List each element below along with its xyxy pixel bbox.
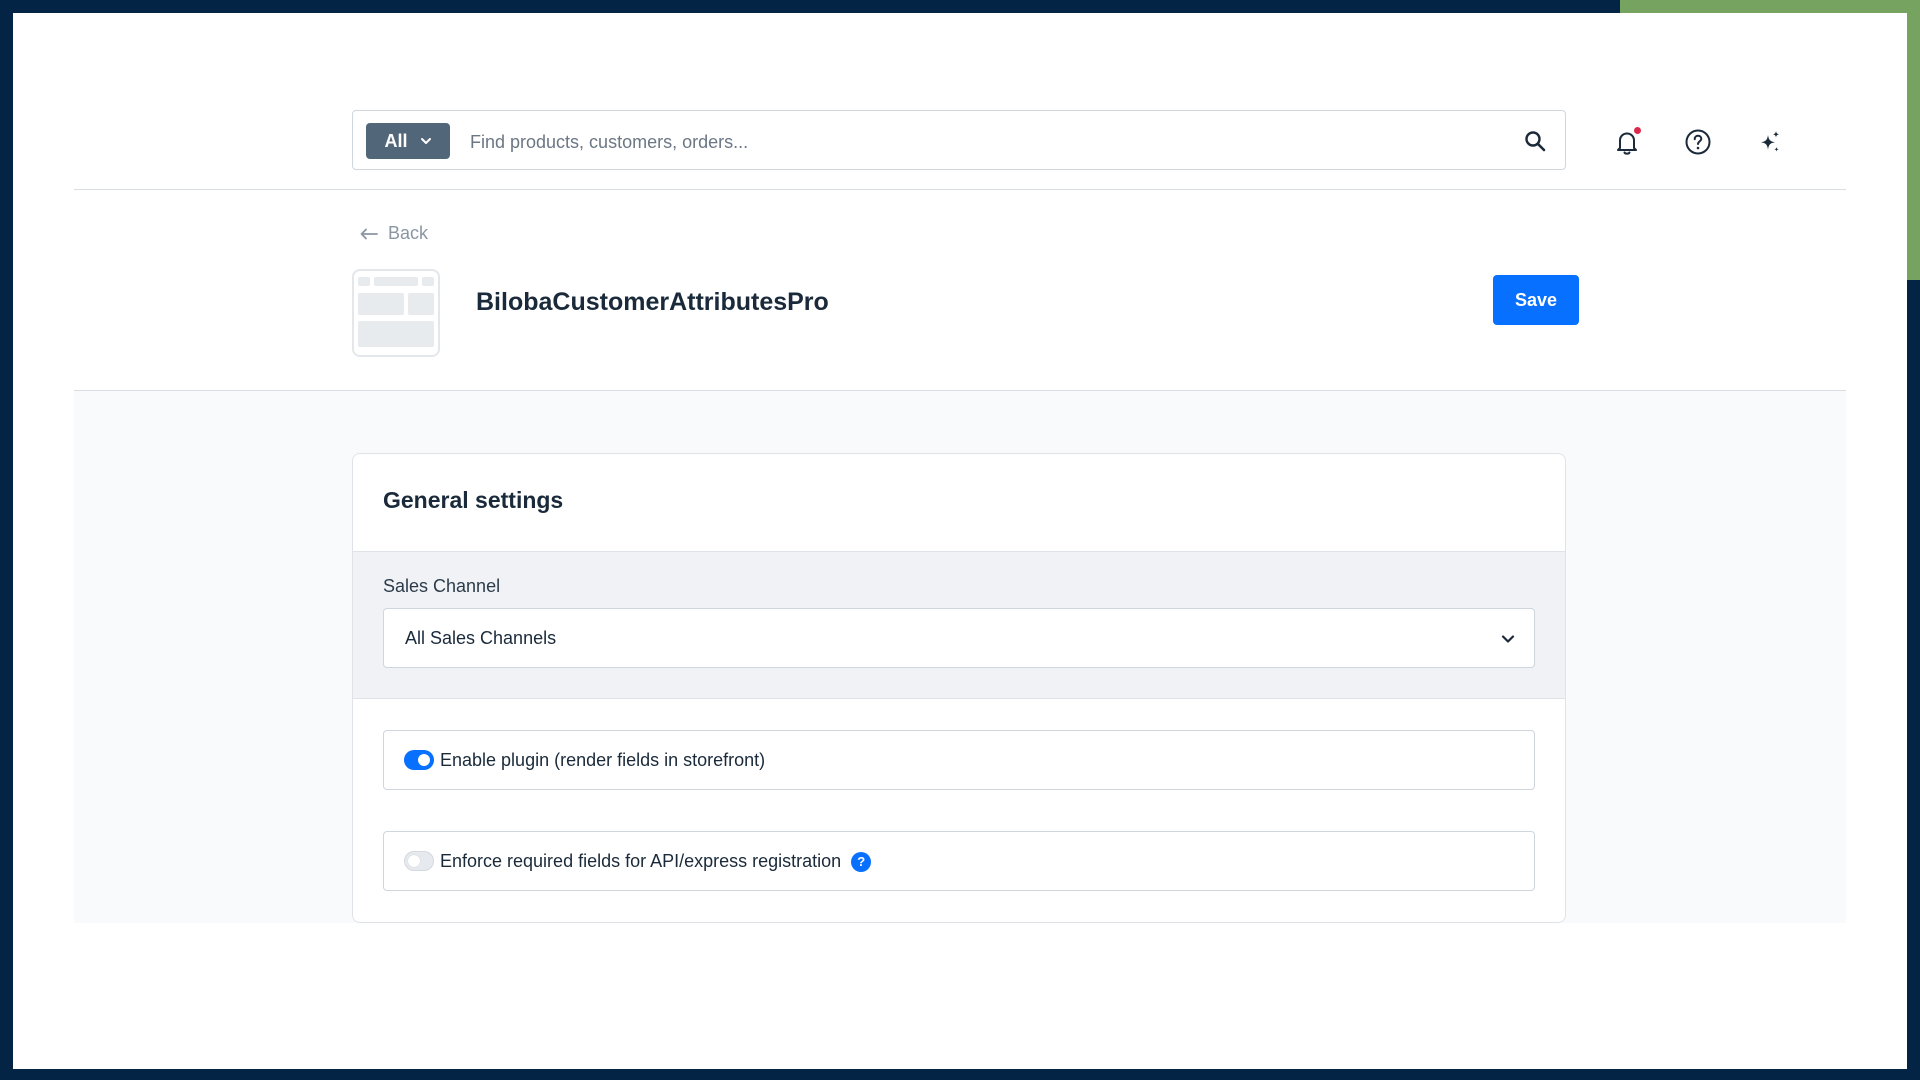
chevron-down-icon: [1501, 635, 1515, 643]
page-title: BilobaCustomerAttributesPro: [476, 288, 829, 316]
toggle-knob: [418, 754, 430, 766]
sales-channel-value: All Sales Channels: [405, 628, 557, 648]
admin-app: All Find products, customers, orders... …: [74, 13, 1846, 923]
enable-plugin-toggle[interactable]: [404, 750, 434, 770]
help-circle-icon: [1685, 129, 1711, 155]
enforce-required-fields-text: Enforce required fields for API/express …: [440, 851, 842, 871]
help-tooltip-icon[interactable]: ?: [851, 852, 872, 873]
save-button[interactable]: Save: [1493, 275, 1579, 325]
back-link-label: Back: [388, 223, 429, 243]
back-link[interactable]: Back: [360, 223, 428, 244]
enforce-required-fields-row: Enforce required fields for API/express …: [383, 831, 1535, 891]
top-bar: All: [74, 13, 1846, 190]
search-icon[interactable]: [1523, 129, 1547, 153]
toggle-knob: [408, 855, 420, 867]
enable-plugin-row: Enable plugin (render fields in storefro…: [383, 730, 1535, 790]
app-frame: All Find products, customers, orders... …: [13, 13, 1907, 1069]
enforce-required-fields-toggle[interactable]: [404, 851, 434, 871]
search-filter-dropdown[interactable]: All: [366, 123, 450, 159]
ai-assistant-button[interactable]: [1754, 127, 1784, 157]
enable-plugin-label: Enable plugin (render fields in storefro…: [440, 750, 766, 770]
search-filter-label: All: [384, 130, 408, 151]
arrow-left-icon: [360, 228, 378, 239]
notifications-button[interactable]: [1612, 127, 1642, 157]
general-settings-card: General settings Sales Channel All Sales…: [352, 453, 1566, 923]
notification-dot: [1634, 127, 1641, 134]
sales-channel-section: Sales Channel All Sales Channels: [353, 551, 1565, 699]
sparkles-icon: [1761, 131, 1780, 152]
global-search: All: [352, 110, 1566, 170]
enforce-required-fields-label: Enforce required fields for API/express …: [440, 851, 872, 873]
sales-channel-label: Sales Channel: [383, 576, 501, 596]
help-button[interactable]: [1683, 127, 1713, 157]
card-title: General settings: [383, 487, 564, 513]
search-input[interactable]: [468, 121, 1492, 163]
chevron-down-icon: [420, 138, 431, 144]
app-thumbnail: [352, 269, 440, 357]
main-content: General settings Sales Channel All Sales…: [74, 391, 1846, 923]
sales-channel-select[interactable]: All Sales Channels: [383, 608, 1535, 668]
